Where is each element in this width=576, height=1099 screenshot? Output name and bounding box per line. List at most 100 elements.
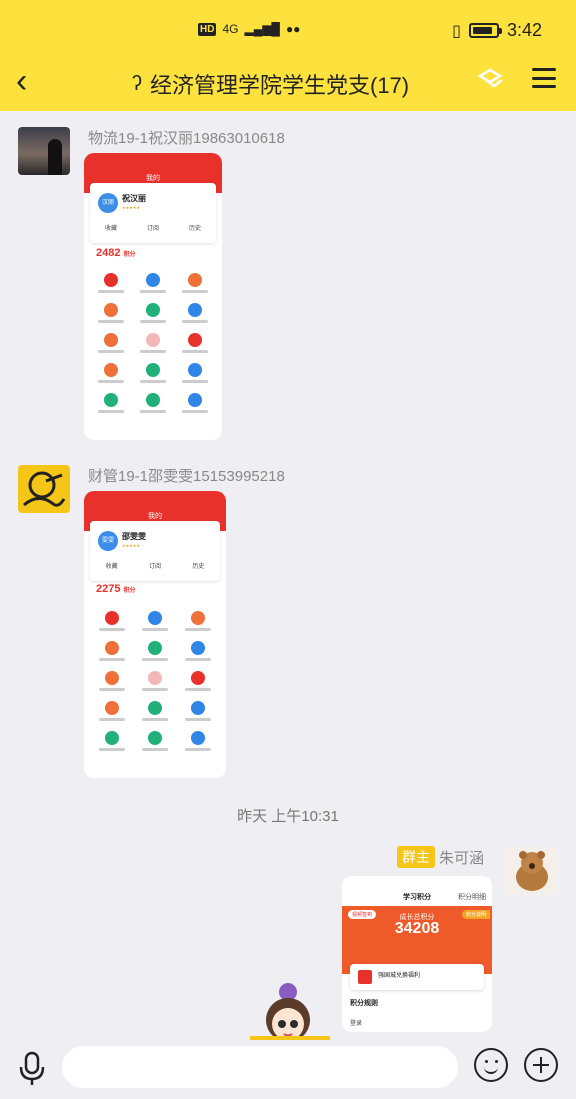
grid-icon: [174, 333, 216, 353]
grid-icon: [174, 303, 216, 323]
mini-action: 收藏: [105, 564, 118, 570]
grid-icon: [132, 303, 174, 323]
gift-icon: [358, 970, 372, 984]
mini-action: 订阅: [146, 226, 159, 232]
nav-bar: ‹ ʔ 经济管理学院学生党支(17): [0, 60, 576, 104]
mini-profile-card: 汉丽 祝汉丽 ★★★★★ 收藏 订阅 历史: [90, 183, 216, 243]
mini-icon-grid: [90, 611, 220, 751]
image-message[interactable]: 学习积分 积分明细 视频签到 积分说明 成长总积分 34208 强国城兑换福利 …: [342, 876, 492, 1032]
message-timestamp: 昨天 上午10:31: [237, 808, 339, 825]
mini-icon-grid: [90, 273, 216, 413]
grid-icon: [177, 701, 220, 721]
mini-card-text: 强国城兑换福利: [378, 973, 421, 979]
sender-name: 朱可涵: [438, 849, 484, 867]
grid-icon: [174, 363, 216, 383]
avatar[interactable]: [18, 127, 70, 175]
mini-header: 学习积分 积分明细: [342, 876, 492, 906]
grid-icon: [90, 303, 132, 323]
sender-name: 物流19-1祝汉丽19863010618: [88, 130, 285, 147]
nav-actions: [476, 66, 556, 90]
avatar[interactable]: [18, 465, 70, 513]
sender-name: 财管19-1邵雯雯15153995218: [88, 468, 285, 485]
grid-icon: [133, 641, 176, 661]
grid-icon: [90, 333, 132, 353]
image-message[interactable]: 我的 汉丽 祝汉丽 ★★★★★ 收藏 订阅 历史 2482 积分: [84, 153, 222, 440]
status-bar: HD 4G ▂▄▆█ ●● ▯ 3:42: [0, 0, 576, 60]
grid-icon: [90, 731, 133, 751]
grid-icon: [90, 611, 133, 631]
owner-badge: 群主: [396, 846, 435, 868]
message-input[interactable]: [62, 1046, 458, 1088]
grid-icon: [132, 333, 174, 353]
top-bar: HD 4G ▂▄▆█ ●● ▯ 3:42 ‹ ʔ 经济管理学院学生党支(17): [0, 0, 576, 111]
network-type: 4G: [222, 22, 239, 36]
cartoon-girl-sticker[interactable]: [250, 980, 330, 1042]
points-unit: 积分: [123, 252, 136, 258]
points-unit: 积分: [123, 588, 136, 594]
mini-avatar: 雯雯: [98, 531, 118, 551]
mini-title: 我的: [148, 513, 162, 520]
grid-icon: [133, 701, 176, 721]
mini-action: 收藏: [104, 226, 117, 232]
grid-icon: [133, 671, 176, 691]
mini-action: 订阅: [148, 564, 161, 570]
status-time: 3:42: [506, 20, 542, 40]
chat-title[interactable]: ʔ 经济管理学院学生党支(17): [132, 68, 409, 100]
mini-stars-icon: ★★★★★: [122, 543, 140, 548]
mini-reward-card: 强国城兑换福利: [350, 964, 484, 990]
mini-user-name: 祝汉丽: [122, 194, 146, 203]
mini-action: 历史: [192, 564, 205, 570]
grid-icon: [90, 701, 133, 721]
mini-rule-item: 登录: [350, 1021, 363, 1027]
vibrate-icon: ▯: [452, 22, 461, 40]
avatar[interactable]: [506, 847, 558, 895]
grid-icon: [132, 393, 174, 413]
ear-icon: ʔ: [132, 72, 142, 95]
plus-icon[interactable]: [524, 1048, 558, 1082]
mini-right-link: 积分明细: [458, 894, 486, 901]
mini-title: 我的: [146, 175, 160, 182]
grid-icon: [132, 273, 174, 293]
grid-icon: [177, 611, 220, 631]
image-message[interactable]: 我的 雯雯 邵雯雯 ★★★★★ 收藏 订阅 历史 2275 积分: [84, 491, 226, 778]
mini-avatar: 汉丽: [98, 193, 118, 213]
status-right: ▯ 3:42: [452, 20, 542, 41]
grid-icon: [177, 731, 220, 751]
grid-icon: [132, 363, 174, 383]
mini-points: 2275 积分: [96, 583, 136, 595]
hd-icon: HD: [198, 22, 217, 36]
mini-action: 历史: [188, 226, 201, 232]
microphone-icon[interactable]: [18, 1050, 46, 1091]
mini-points: 2482 积分: [96, 247, 136, 259]
mini-actions: 收藏 订阅 历史: [90, 561, 220, 570]
mini-user-name: 邵雯雯: [122, 532, 146, 541]
grid-icon: [133, 611, 176, 631]
switch-mode-icon[interactable]: [476, 66, 506, 90]
grid-icon: [174, 273, 216, 293]
back-arrow-icon[interactable]: ‹: [16, 64, 27, 98]
grid-icon: [90, 641, 133, 661]
grid-icon: [90, 671, 133, 691]
grid-icon: [177, 671, 220, 691]
owner-sender-row: 群主 朱可涵: [396, 846, 484, 868]
mini-stars-icon: ★★★★★: [122, 205, 140, 210]
grid-icon: [90, 363, 132, 383]
signal-icon: ▂▄▆█: [244, 22, 280, 36]
menu-icon[interactable]: [532, 68, 556, 88]
grid-icon: [90, 393, 132, 413]
battery-icon: [468, 23, 502, 38]
wechat-icon: ●●: [285, 22, 301, 36]
points-value: 2275: [96, 583, 121, 595]
mini-score: 34208: [394, 920, 440, 937]
mini-profile-card: 雯雯 邵雯雯 ★★★★★ 收藏 订阅 历史: [90, 521, 220, 581]
mini-actions: 收藏 订阅 历史: [90, 223, 216, 232]
points-value: 2482: [96, 247, 121, 259]
grid-icon: [90, 273, 132, 293]
emoji-icon[interactable]: [474, 1048, 508, 1082]
grid-icon: [133, 731, 176, 751]
grid-icon: [177, 641, 220, 661]
grid-icon: [174, 393, 216, 413]
status-left-icons: HD 4G ▂▄▆█ ●●: [198, 22, 300, 36]
chat-title-text: 经济管理学院学生党支(17): [150, 73, 410, 98]
mini-rules-title: 积分规则: [350, 1000, 378, 1007]
